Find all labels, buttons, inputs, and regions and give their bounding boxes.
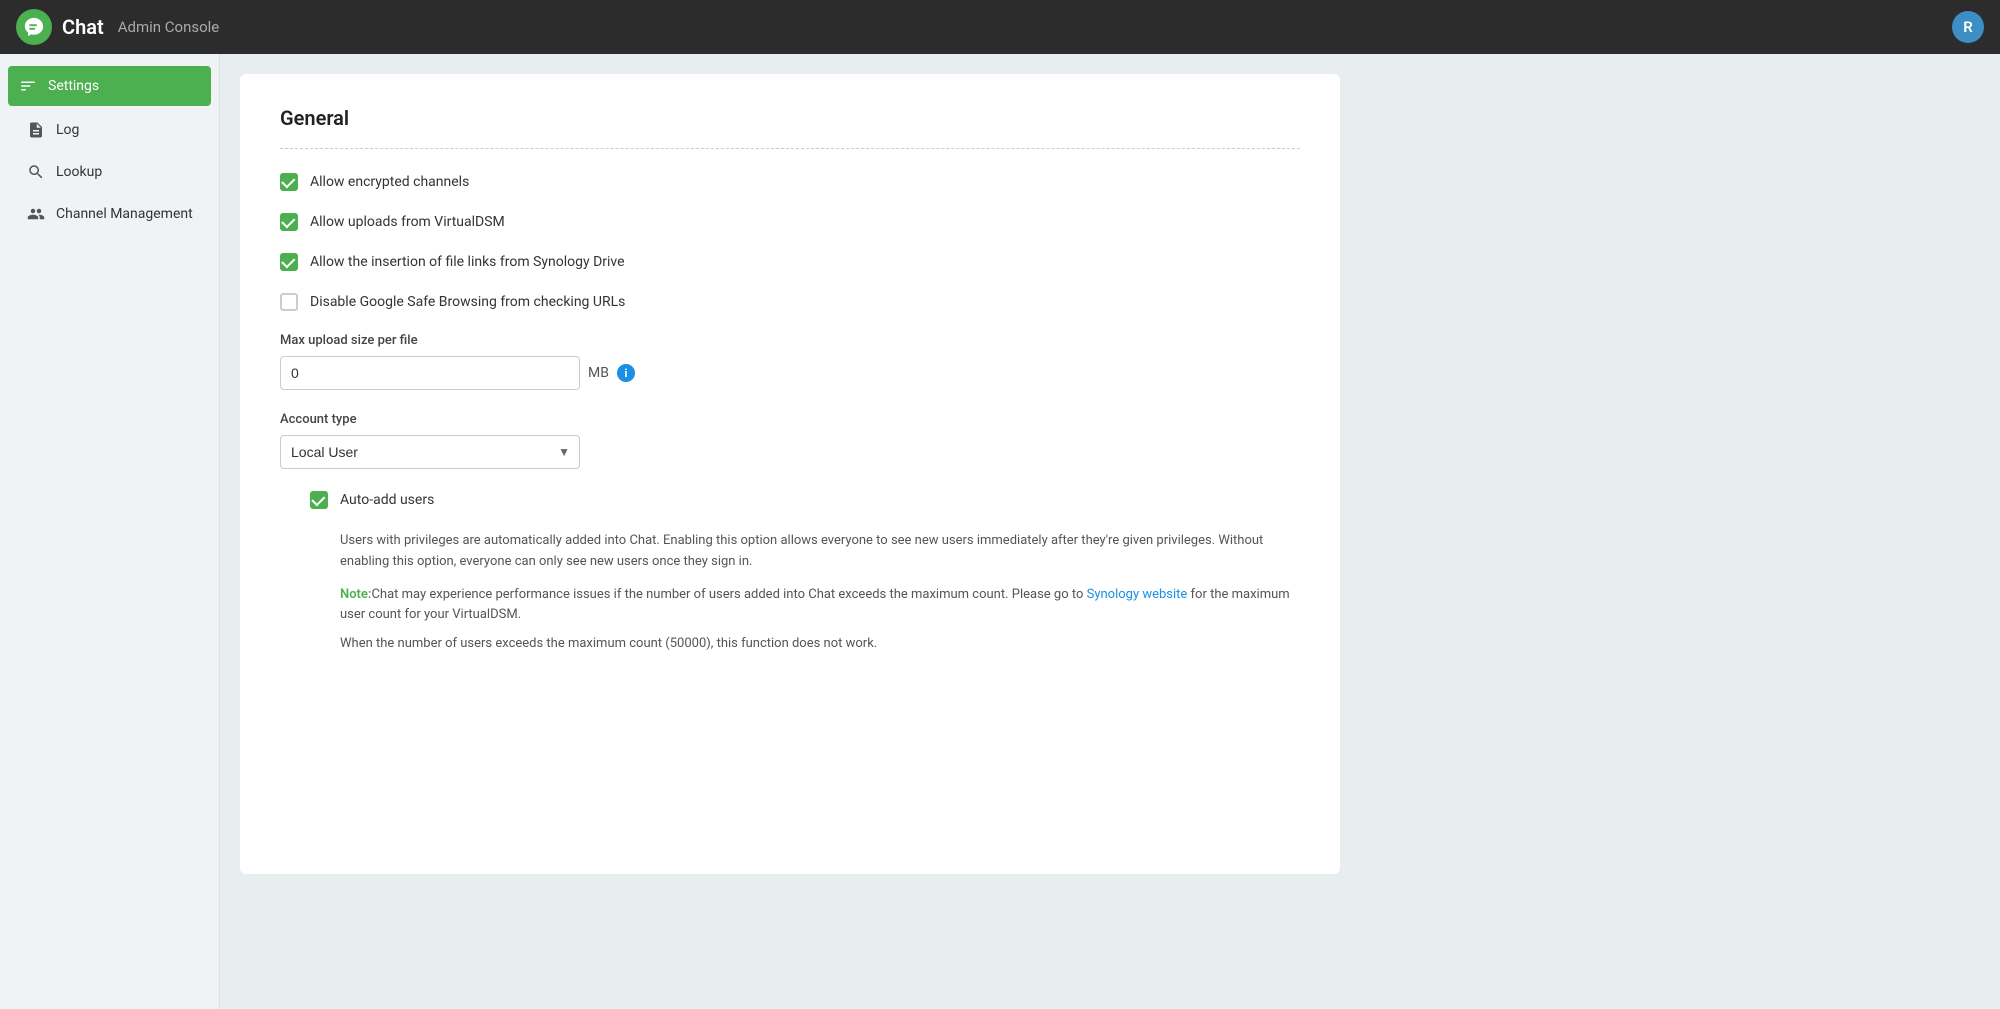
channel-icon bbox=[26, 204, 46, 224]
info-icon[interactable]: i bbox=[617, 364, 635, 382]
sidebar: Settings Log Lookup Cha bbox=[0, 54, 220, 1009]
note-label: Note: bbox=[340, 587, 371, 602]
autoadd-description: Users with privileges are automatically … bbox=[340, 531, 1300, 573]
chat-icon bbox=[23, 16, 45, 38]
upload-size-label: Max upload size per file bbox=[280, 333, 1300, 348]
synology-website-link[interactable]: Synology website bbox=[1087, 587, 1188, 602]
app-title-sub: Admin Console bbox=[118, 18, 220, 36]
app-icon bbox=[16, 9, 52, 45]
lookup-icon bbox=[26, 162, 46, 182]
sidebar-label-channel-management: Channel Management bbox=[56, 206, 193, 222]
field-group-upload-size: Max upload size per file MB i bbox=[280, 333, 1300, 390]
checkbox-label-autoadd: Auto-add users bbox=[340, 492, 434, 508]
nested-auto-add: Auto-add users bbox=[310, 491, 1300, 509]
field-group-account-type: Account type Local User LDAP User Domain… bbox=[280, 412, 1300, 469]
checkbox-label-filelinks: Allow the insertion of file links from S… bbox=[310, 254, 625, 270]
checkbox-row-filelinks: Allow the insertion of file links from S… bbox=[280, 253, 1300, 271]
content-card: General Allow encrypted channels Allow u… bbox=[240, 74, 1340, 874]
sidebar-label-settings: Settings bbox=[48, 78, 99, 94]
note-body: Chat may experience performance issues i… bbox=[371, 587, 1086, 602]
app-header: Chat Admin Console R bbox=[0, 0, 2000, 54]
checkbox-label-encrypted: Allow encrypted channels bbox=[310, 174, 469, 190]
checkbox-label-uploads: Allow uploads from VirtualDSM bbox=[310, 214, 505, 230]
sidebar-item-settings[interactable]: Settings bbox=[8, 66, 211, 106]
checkbox-autoadd[interactable] bbox=[310, 491, 328, 509]
sidebar-item-channel-management[interactable]: Channel Management bbox=[8, 194, 211, 234]
checkbox-uploads[interactable] bbox=[280, 213, 298, 231]
checkbox-row-uploads: Allow uploads from VirtualDSM bbox=[280, 213, 1300, 231]
section-divider bbox=[280, 148, 1300, 149]
sidebar-item-lookup[interactable]: Lookup bbox=[8, 152, 211, 192]
log-icon bbox=[26, 120, 46, 140]
settings-icon bbox=[18, 76, 38, 96]
checkbox-row-encrypted: Allow encrypted channels bbox=[280, 173, 1300, 191]
note-text2: When the number of users exceeds the max… bbox=[340, 634, 1300, 655]
sidebar-item-log[interactable]: Log bbox=[8, 110, 211, 150]
sidebar-label-lookup: Lookup bbox=[56, 164, 102, 180]
account-type-label: Account type bbox=[280, 412, 1300, 427]
checkbox-filelinks[interactable] bbox=[280, 253, 298, 271]
section-title: General bbox=[280, 106, 1300, 130]
checkbox-safebrowsing[interactable] bbox=[280, 293, 298, 311]
checkbox-row-safebrowsing: Disable Google Safe Browsing from checki… bbox=[280, 293, 1300, 311]
note-text: Note:Chat may experience performance iss… bbox=[340, 585, 1300, 627]
app-title-main: Chat bbox=[62, 15, 104, 39]
account-type-select[interactable]: Local User LDAP User Domain User bbox=[280, 435, 580, 469]
checkbox-encrypted[interactable] bbox=[280, 173, 298, 191]
checkbox-row-autoadd: Auto-add users bbox=[310, 491, 1300, 509]
account-type-select-wrapper: Local User LDAP User Domain User ▼ bbox=[280, 435, 580, 469]
app-layout: Settings Log Lookup Cha bbox=[0, 54, 2000, 1009]
upload-size-unit: MB bbox=[588, 365, 609, 381]
header-left: Chat Admin Console bbox=[16, 9, 219, 45]
sidebar-label-log: Log bbox=[56, 122, 79, 138]
upload-size-input[interactable] bbox=[280, 356, 580, 390]
user-avatar[interactable]: R bbox=[1952, 11, 1984, 43]
upload-size-row: MB i bbox=[280, 356, 1300, 390]
main-content: General Allow encrypted channels Allow u… bbox=[220, 54, 2000, 1009]
checkbox-label-safebrowsing: Disable Google Safe Browsing from checki… bbox=[310, 294, 625, 310]
